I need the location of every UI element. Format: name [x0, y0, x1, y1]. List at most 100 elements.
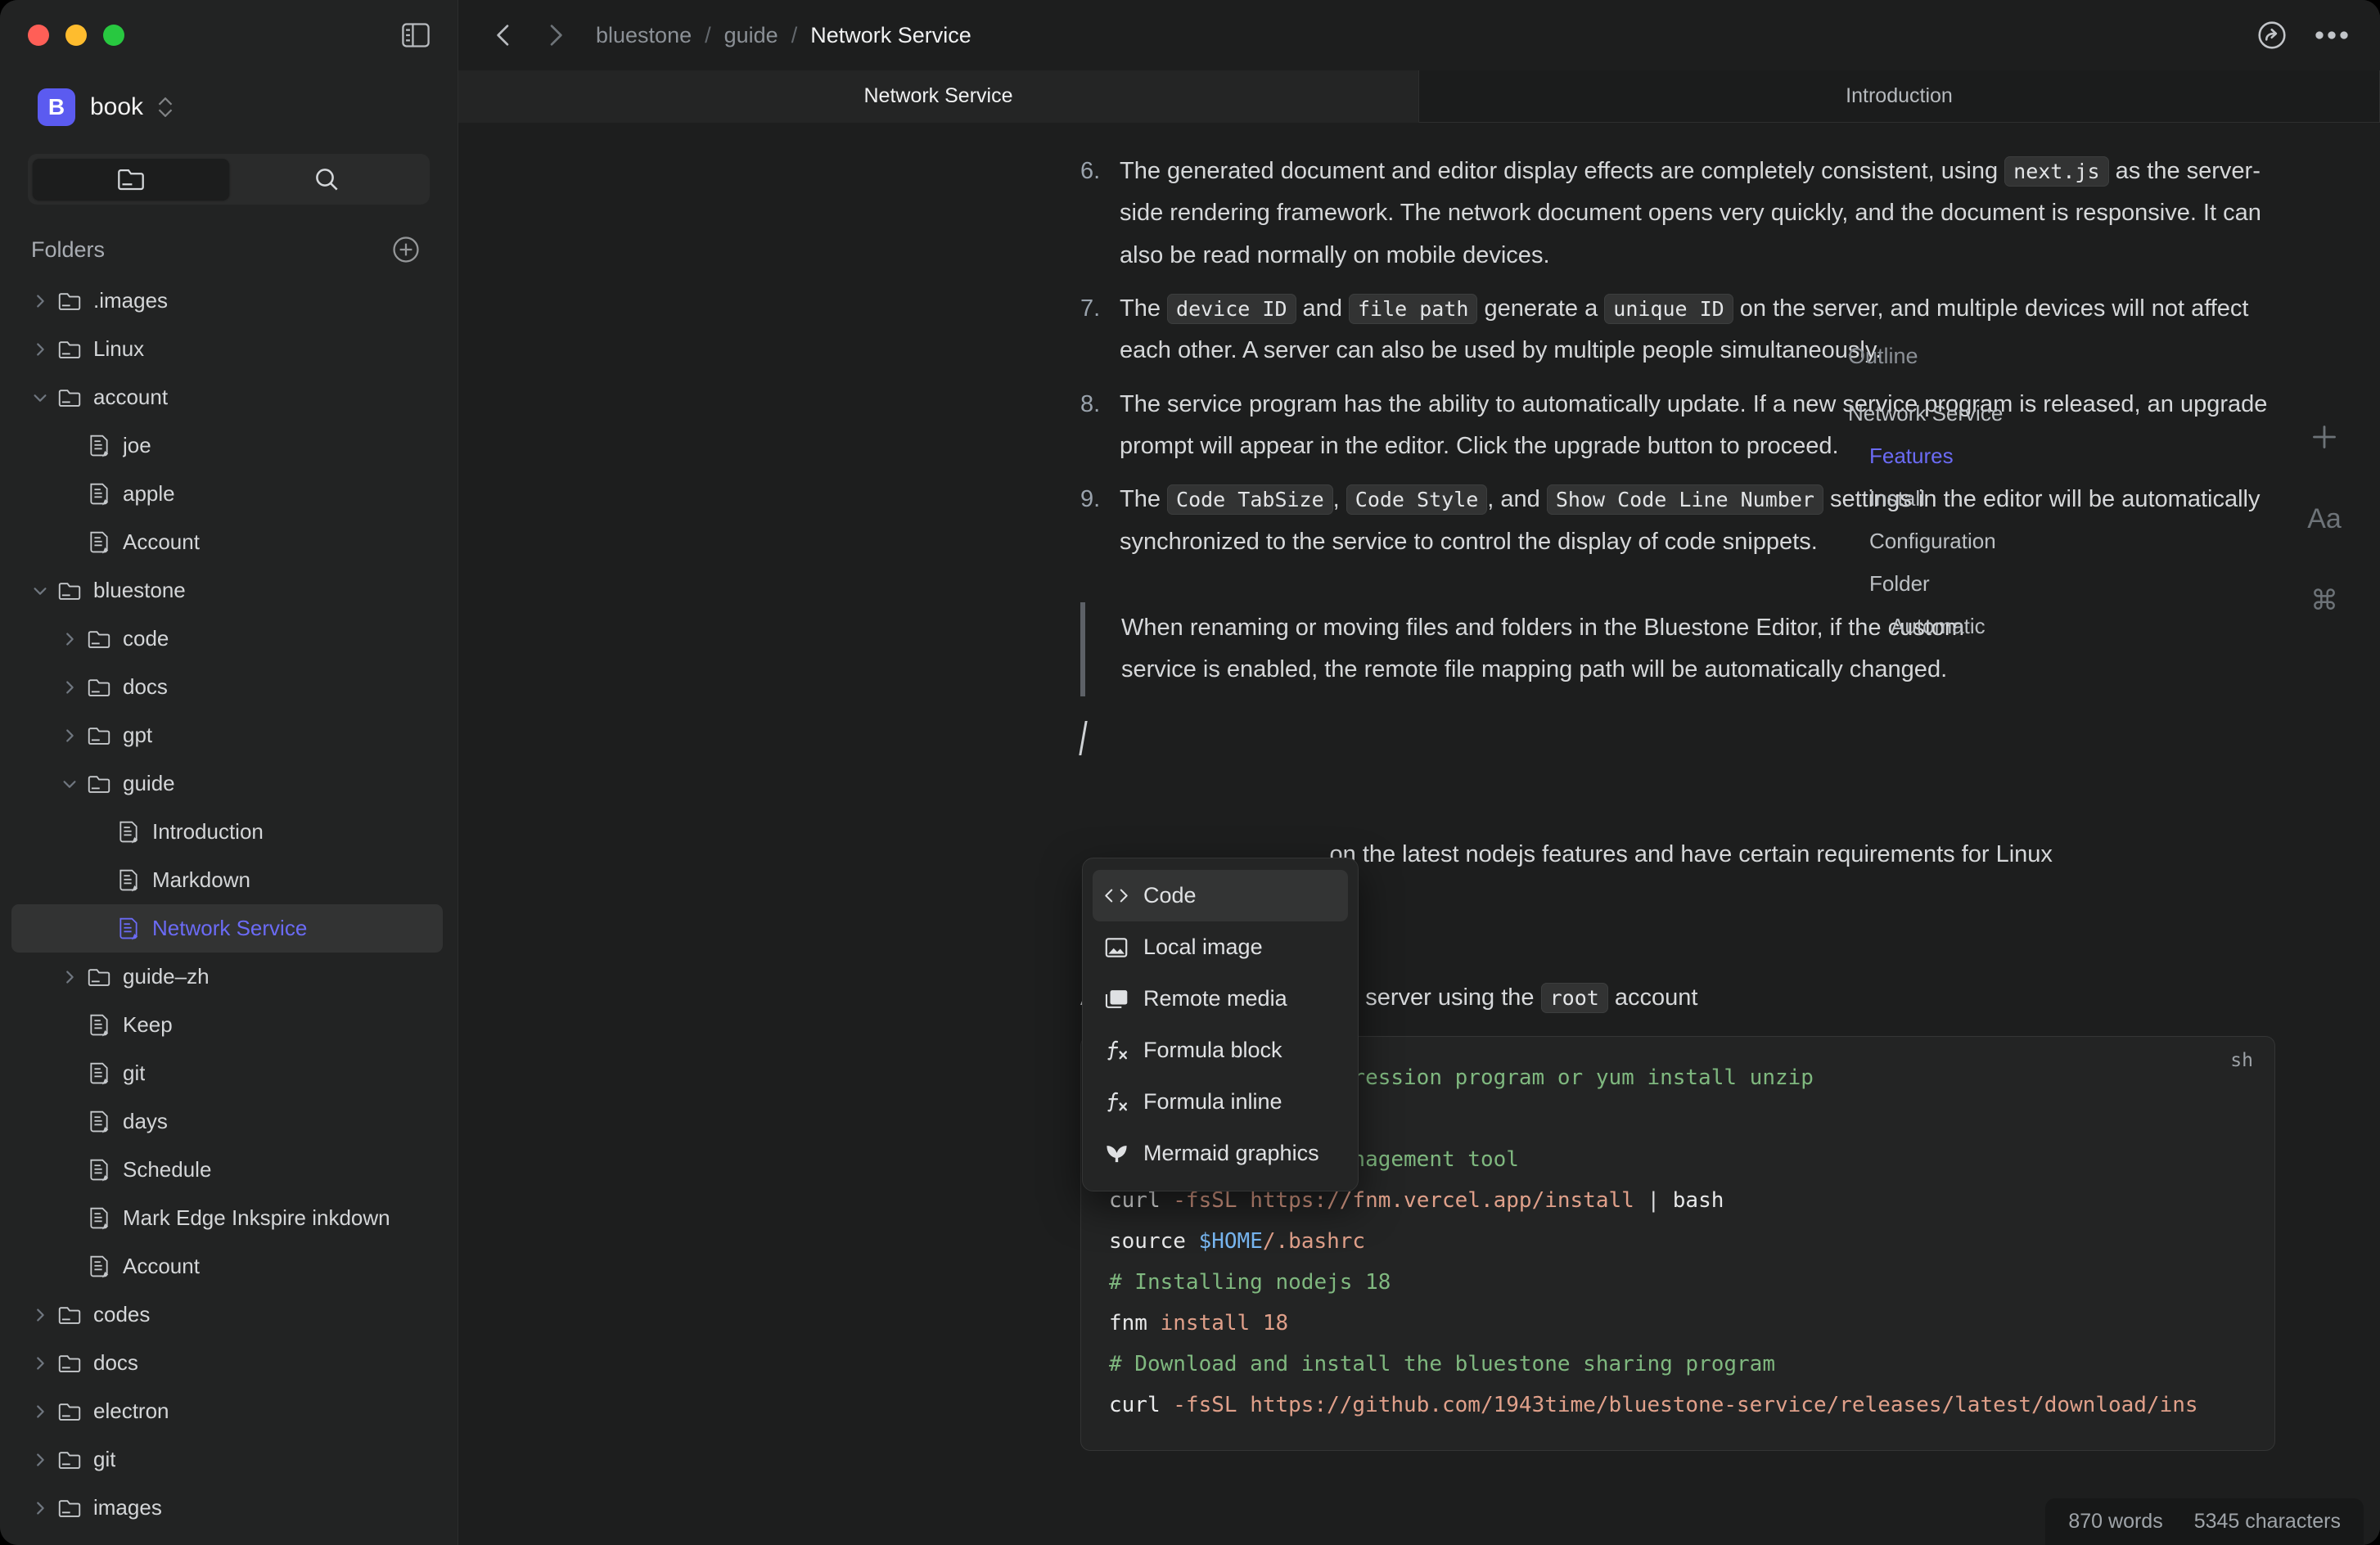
menu-item-code[interactable]: Code: [1093, 870, 1348, 921]
tree-folder-row[interactable]: .images: [11, 277, 443, 325]
sidebar-mode-switch: [28, 154, 430, 205]
tree-item-label: Schedule: [123, 1157, 211, 1182]
chevron-down-icon[interactable]: [56, 775, 83, 793]
outline-item[interactable]: Network Service: [1848, 392, 2200, 435]
breadcrumb-item[interactable]: Network Service: [810, 23, 971, 48]
chevron-right-icon[interactable]: [26, 340, 54, 358]
tree-folder-row[interactable]: electron: [11, 1387, 443, 1435]
tree-folder-row[interactable]: git: [11, 1435, 443, 1484]
chevron-right-icon[interactable]: [26, 292, 54, 310]
tree-file-row[interactable]: Account: [11, 518, 443, 566]
tree-item-label: guide–zh: [123, 964, 210, 989]
tree-folder-row[interactable]: images: [11, 1484, 443, 1532]
tree-file-row[interactable]: joe: [11, 421, 443, 470]
tree-folder-row[interactable]: guide–zh: [11, 953, 443, 1001]
slash-command-menu[interactable]: CodeLocal imageRemote media Formula block…: [1082, 858, 1359, 1191]
tree-folder-row[interactable]: Linux: [11, 325, 443, 373]
menu-item-label: Formula block: [1143, 1038, 1282, 1063]
close-window-button[interactable]: [28, 25, 49, 46]
tree-folder-row[interactable]: account: [11, 373, 443, 421]
outline-item[interactable]: Features: [1848, 435, 2200, 477]
chevron-right-icon[interactable]: [56, 630, 83, 648]
tree-file-row[interactable]: Network Service: [11, 904, 443, 953]
menu-item-remote-media[interactable]: Remote media: [1093, 973, 1348, 1025]
tab-network-service[interactable]: Network Service: [458, 70, 1419, 123]
tree-folder-row[interactable]: docs: [11, 663, 443, 711]
zoom-window-button[interactable]: [103, 25, 124, 46]
plus-circle-icon[interactable]: [392, 236, 420, 264]
share-circle-icon[interactable]: [2257, 20, 2287, 50]
tree-file-row[interactable]: Account: [11, 1242, 443, 1291]
occluded-paragraph-text: on the latest nodejs features and have c…: [1330, 841, 2053, 867]
chevron-right-icon[interactable]: [26, 1403, 54, 1421]
menu-item-formula-inline[interactable]: Formula inline: [1093, 1076, 1348, 1128]
menu-item-local-image[interactable]: Local image: [1093, 921, 1348, 973]
minimize-window-button[interactable]: [65, 25, 87, 46]
workspace-switcher[interactable]: B book: [0, 70, 458, 134]
tree-file-row[interactable]: Markdown: [11, 856, 443, 904]
panel-layout-icon[interactable]: [402, 23, 430, 47]
more-horizontal-icon[interactable]: [2315, 30, 2349, 40]
images-stack-icon: [1104, 988, 1129, 1010]
search-tab-button[interactable]: [229, 159, 426, 200]
tree-file-row[interactable]: Schedule: [11, 1146, 443, 1194]
menu-item-mermaid-graphics[interactable]: Mermaid graphics: [1093, 1128, 1348, 1179]
chevron-right-icon[interactable]: [56, 968, 83, 986]
chevron-down-icon[interactable]: [26, 582, 54, 600]
tree-folder-row[interactable]: guide: [11, 759, 443, 808]
chevron-right-icon[interactable]: [56, 678, 83, 696]
chevron-right-icon[interactable]: [26, 1451, 54, 1469]
outline-item[interactable]: Automatic: [1848, 605, 2200, 647]
plus-icon[interactable]: [2303, 416, 2346, 458]
tree-folder-row[interactable]: bluestone: [11, 566, 443, 615]
tree-file-row[interactable]: apple: [11, 470, 443, 518]
tree-item-label: Keep: [123, 1012, 173, 1038]
editor-content[interactable]: 6.The generated document and editor disp…: [458, 123, 2380, 1545]
chevron-right-icon[interactable]: [56, 727, 83, 745]
chevron-down-icon[interactable]: [26, 389, 54, 407]
tree-folder-row[interactable]: code: [11, 615, 443, 663]
breadcrumb-item[interactable]: guide: [724, 23, 778, 48]
outline-panel: Outline Network ServiceFeaturesInstallCo…: [1848, 344, 2200, 647]
chevron-right-icon[interactable]: [26, 1354, 54, 1372]
tree-item-label: Account: [123, 529, 200, 555]
editing-line[interactable]: [1080, 718, 2275, 770]
back-button[interactable]: [481, 13, 525, 57]
chevron-right-icon[interactable]: [26, 1499, 54, 1517]
chevron-right-icon[interactable]: [26, 1306, 54, 1324]
command-icon[interactable]: ⌘: [2303, 579, 2346, 622]
folder-icon: [54, 1305, 85, 1325]
file-tree: .imagesLinuxaccountjoeapple Account bluest…: [0, 277, 458, 1545]
tree-file-row[interactable]: git: [11, 1049, 443, 1097]
text-format-icon[interactable]: Aa: [2303, 498, 2346, 540]
paragraph-text: The generated document and editor displa…: [1120, 158, 2004, 184]
forward-button[interactable]: [534, 13, 578, 57]
tree-folder-row[interactable]: gpt: [11, 711, 443, 759]
breadcrumb-item[interactable]: bluestone: [596, 23, 692, 48]
outline-item[interactable]: Folder: [1848, 562, 2200, 605]
menu-item-formula-block[interactable]: Formula block: [1093, 1025, 1348, 1076]
tree-file-row[interactable]: Mark Edge Inkspire inkdown: [11, 1194, 443, 1242]
file-icon: [113, 820, 144, 844]
tree-file-row[interactable]: Keep: [11, 1001, 443, 1049]
inline-code: device ID: [1167, 294, 1296, 324]
tree-item-label: codes: [93, 1302, 150, 1327]
tool-rail: Aa ⌘: [2303, 416, 2346, 622]
outline-item[interactable]: Install: [1848, 477, 2200, 520]
file-icon: [83, 1110, 115, 1133]
tree-folder-row[interactable]: codes: [11, 1291, 443, 1339]
tree-item-label: electron: [93, 1399, 169, 1424]
files-tab-button[interactable]: [33, 159, 229, 200]
tree-file-row[interactable]: Introduction: [11, 808, 443, 856]
tab-introduction[interactable]: Introduction: [1419, 70, 2380, 123]
tree-file-row[interactable]: days: [11, 1097, 443, 1146]
paragraph-text: , and: [1487, 486, 1547, 512]
file-icon: [83, 1206, 115, 1230]
folder-icon: [54, 1450, 85, 1470]
outline-item[interactable]: Configuration: [1848, 520, 2200, 562]
image-icon: [1104, 936, 1129, 959]
text-caret: [1079, 721, 1087, 755]
tab-label: Network Service: [864, 84, 1013, 108]
document-body[interactable]: 6.The generated document and editor disp…: [458, 123, 2380, 1545]
tree-folder-row[interactable]: docs: [11, 1339, 443, 1387]
